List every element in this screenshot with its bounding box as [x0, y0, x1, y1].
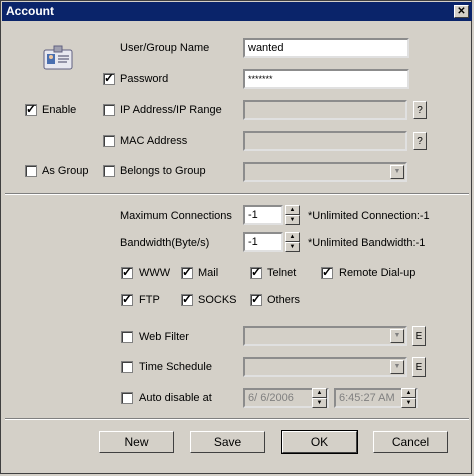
time-schedule-label: Time Schedule [139, 361, 212, 373]
ftp-checkbox[interactable] [121, 292, 133, 306]
separator [5, 193, 469, 195]
as-group-label: As Group [42, 165, 89, 177]
socks-label: SOCKS [198, 294, 237, 306]
belongs-to-group-label: Belongs to Group [120, 165, 206, 177]
others-checkbox[interactable] [250, 292, 262, 306]
as-group-checkbox[interactable] [25, 165, 37, 177]
account-dialog: Account ✕ User/Group Name wanted Passwor… [0, 0, 472, 474]
spin-down-icon[interactable]: ▼ [285, 242, 300, 252]
bandwidth-spinner[interactable]: ▲ ▼ [285, 232, 300, 252]
mac-help-button[interactable]: ? [413, 132, 427, 150]
title-bar: Account ✕ [2, 2, 472, 21]
cancel-button[interactable]: Cancel [373, 431, 448, 453]
max-connections-input[interactable]: -1 [243, 205, 283, 225]
chevron-down-icon[interactable]: ▼ [390, 360, 404, 374]
close-icon[interactable]: ✕ [454, 5, 469, 18]
auto-disable-checkbox[interactable] [121, 392, 133, 404]
time-schedule-select[interactable]: ▼ [243, 357, 407, 377]
bandwidth-input[interactable]: -1 [243, 232, 283, 252]
user-group-name-input[interactable]: wanted [243, 38, 409, 58]
spin-down-icon[interactable]: ▼ [312, 398, 327, 408]
others-label: Others [267, 294, 301, 306]
remote-dialup-label: Remote Dial-up [339, 267, 416, 279]
www-checkbox[interactable] [121, 265, 133, 279]
ftp-label: FTP [139, 294, 160, 306]
user-card-icon [43, 45, 73, 71]
time-schedule-edit-button[interactable]: E [412, 357, 426, 377]
password-checkbox[interactable] [103, 71, 115, 85]
save-button[interactable]: Save [190, 431, 265, 453]
time-schedule-checkbox[interactable] [121, 361, 133, 373]
bandwidth-label: Bandwidth(Byte/s) [120, 237, 210, 249]
enable-label: Enable [42, 104, 77, 116]
socks-checkbox[interactable] [181, 292, 193, 306]
mac-address-input[interactable] [243, 131, 407, 151]
web-filter-checkbox[interactable] [121, 331, 133, 343]
separator [5, 418, 469, 420]
mail-label: Mail [198, 267, 219, 279]
spin-up-icon[interactable]: ▲ [401, 388, 416, 398]
new-button[interactable]: New [99, 431, 174, 453]
web-filter-edit-button[interactable]: E [412, 326, 426, 346]
window-title: Account [6, 4, 54, 18]
ip-address-label: IP Address/IP Range [120, 104, 222, 116]
telnet-label: Telnet [267, 267, 297, 279]
max-connections-label: Maximum Connections [120, 210, 232, 222]
user-group-name-label: User/Group Name [120, 42, 210, 54]
spin-down-icon[interactable]: ▼ [401, 398, 416, 408]
ip-address-checkbox[interactable] [103, 104, 115, 116]
chevron-down-icon[interactable]: ▼ [390, 165, 404, 179]
date-spinner[interactable]: ▲ ▼ [312, 388, 327, 408]
chevron-down-icon[interactable]: ▼ [390, 329, 404, 343]
max-connections-note: *Unlimited Connection:-1 [308, 210, 430, 222]
spin-down-icon[interactable]: ▼ [285, 215, 300, 225]
telnet-checkbox[interactable] [250, 265, 262, 279]
spin-up-icon[interactable]: ▲ [285, 205, 300, 215]
belongs-to-group-checkbox[interactable] [103, 165, 115, 177]
web-filter-label: Web Filter [139, 331, 189, 343]
spin-up-icon[interactable]: ▲ [285, 232, 300, 242]
auto-disable-label: Auto disable at [139, 392, 212, 404]
max-connections-spinner[interactable]: ▲ ▼ [285, 205, 300, 225]
www-label: WWW [139, 267, 171, 279]
time-spinner[interactable]: ▲ ▼ [401, 388, 416, 408]
web-filter-select[interactable]: ▼ [243, 326, 407, 346]
ip-help-button[interactable]: ? [413, 101, 427, 119]
mail-checkbox[interactable] [181, 265, 193, 279]
bandwidth-note: *Unlimited Bandwidth:-1 [308, 237, 426, 249]
mac-address-label: MAC Address [120, 135, 188, 147]
password-label: Password [120, 73, 169, 85]
remote-dialup-checkbox[interactable] [321, 265, 333, 279]
ip-address-input[interactable] [243, 100, 407, 120]
ok-button[interactable]: OK [281, 430, 358, 454]
spin-up-icon[interactable]: ▲ [312, 388, 327, 398]
belongs-to-group-select[interactable]: ▼ [243, 162, 407, 182]
password-input[interactable]: ******* [243, 69, 409, 89]
mac-address-checkbox[interactable] [103, 135, 115, 147]
enable-checkbox[interactable] [25, 102, 37, 116]
